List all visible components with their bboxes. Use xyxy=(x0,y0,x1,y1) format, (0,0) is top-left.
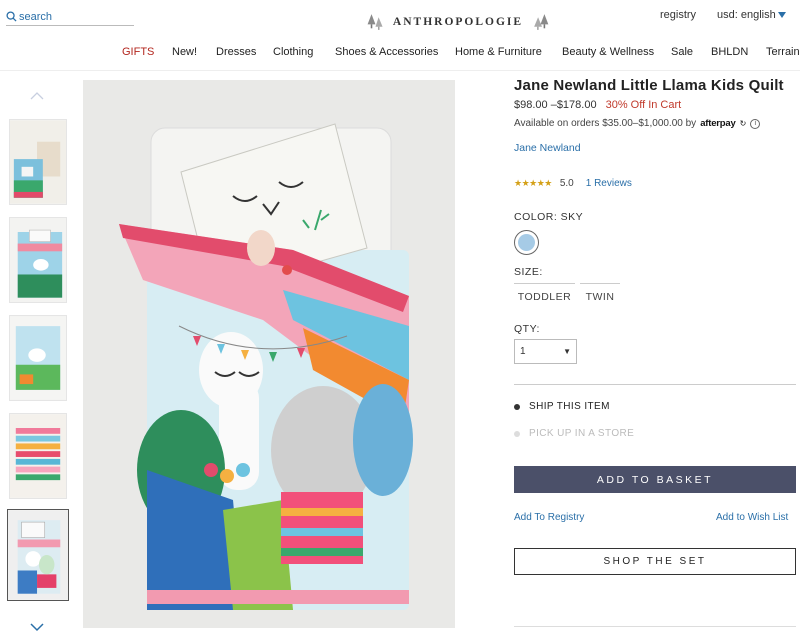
caret-down-icon: ▼ xyxy=(563,347,571,356)
main-product-image[interactable] xyxy=(83,80,455,628)
shop-the-set-button[interactable]: SHOP THE SET xyxy=(514,548,796,575)
nav-shoes-accessories[interactable]: Shoes & Accessories xyxy=(335,46,438,58)
radio-selected-icon[interactable] xyxy=(514,403,520,410)
pickup-option[interactable]: PICK UP IN A STORE xyxy=(514,428,634,439)
chevron-down-icon[interactable] xyxy=(30,622,44,632)
quantity-value: 1 xyxy=(520,346,526,357)
ship-option[interactable]: SHIP THIS ITEM xyxy=(514,401,610,412)
color-label: COLOR: SKY xyxy=(514,211,584,223)
caret-down-icon xyxy=(777,12,786,18)
thumbnail-2[interactable] xyxy=(9,217,67,303)
radio-unselected-icon[interactable] xyxy=(514,430,520,437)
trees-icon xyxy=(534,14,549,30)
search-input[interactable] xyxy=(19,10,129,23)
thumbnail-5-selected[interactable] xyxy=(7,509,69,601)
afterpay-logo: afterpay xyxy=(700,118,736,129)
afterpay-text: Available on orders $35.00–$1,000.00 by xyxy=(514,118,697,129)
swatch-fill xyxy=(518,234,535,251)
qty-label: QTY: xyxy=(514,323,540,335)
thumbnail-1[interactable] xyxy=(9,119,67,205)
nav-home-furniture[interactable]: Home & Furniture xyxy=(455,46,542,58)
afterpay-arrows-icon: ↻ xyxy=(739,119,747,128)
add-to-wishlist-link[interactable]: Add to Wish List xyxy=(716,512,788,523)
add-to-basket-button[interactable]: ADD TO BASKET xyxy=(514,466,796,493)
price-range: $98.00 –$178.00 xyxy=(514,99,597,111)
color-swatch-sky[interactable] xyxy=(514,230,539,255)
thumbnail-3[interactable] xyxy=(9,315,67,401)
nav-gifts[interactable]: GIFTS xyxy=(122,46,154,58)
thumbnail-room-image xyxy=(10,120,66,204)
rating-value: 5.0 xyxy=(559,178,574,189)
nav-bhldn[interactable]: BHLDN xyxy=(711,46,748,58)
nav-sale[interactable]: Sale xyxy=(671,46,693,58)
size-option-twin[interactable]: TWIN xyxy=(580,283,620,309)
thumbnail-flat-image xyxy=(10,316,66,400)
thumbnail-4[interactable] xyxy=(9,413,67,499)
ship-label: SHIP THIS ITEM xyxy=(529,401,610,412)
nav-clothing[interactable]: Clothing xyxy=(273,46,313,58)
nav-terrain[interactable]: Terrain xyxy=(766,46,800,58)
registry-link[interactable]: registry xyxy=(660,9,696,21)
pickup-label: PICK UP IN A STORE xyxy=(529,428,635,439)
thumbnail-bed-image xyxy=(10,218,66,302)
rating-row: ★★★★★ 5.0 1 Reviews xyxy=(514,178,632,189)
nav-new[interactable]: New! xyxy=(172,46,197,58)
info-icon[interactable]: i xyxy=(750,118,761,129)
search-bar[interactable] xyxy=(6,8,134,26)
reviews-link[interactable]: 1 Reviews xyxy=(586,178,632,189)
llama-quilt-illustration xyxy=(83,80,455,628)
currency-selector[interactable]: usd: english xyxy=(717,9,786,21)
currency-label: usd: english xyxy=(717,9,776,21)
brand-link[interactable]: Jane Newland xyxy=(514,142,581,154)
discount-text: 30% Off In Cart xyxy=(605,99,682,111)
chevron-up-icon[interactable] xyxy=(30,91,44,101)
nav-beauty-wellness[interactable]: Beauty & Wellness xyxy=(562,46,654,58)
thumbnail-pattern-image xyxy=(10,414,66,498)
star-rating-icon: ★★★★★ xyxy=(514,178,552,188)
add-to-registry-link[interactable]: Add To Registry xyxy=(514,512,584,523)
nav-dresses[interactable]: Dresses xyxy=(216,46,256,58)
size-option-toddler[interactable]: TODDLER xyxy=(514,283,575,309)
section-divider xyxy=(514,384,796,385)
main-nav: GIFTS New! Dresses Clothing Shoes & Acce… xyxy=(0,46,800,64)
size-label: SIZE: xyxy=(514,266,543,278)
price-row: $98.00 –$178.00 30% Off In Cart xyxy=(514,99,681,111)
site-logo[interactable]: ANTHROPOLOGIE xyxy=(366,10,550,34)
header-divider xyxy=(0,70,800,71)
thumbnail-quilt-image xyxy=(8,510,68,600)
afterpay-row: Available on orders $35.00–$1,000.00 by … xyxy=(514,118,761,129)
quantity-select[interactable]: 1 ▼ xyxy=(514,339,577,364)
trees-icon xyxy=(367,14,383,30)
logo-text: ANTHROPOLOGIE xyxy=(392,16,524,28)
search-icon[interactable] xyxy=(6,11,17,22)
bottom-divider xyxy=(514,626,796,627)
product-title: Jane Newland Little Llama Kids Quilt xyxy=(514,77,784,94)
